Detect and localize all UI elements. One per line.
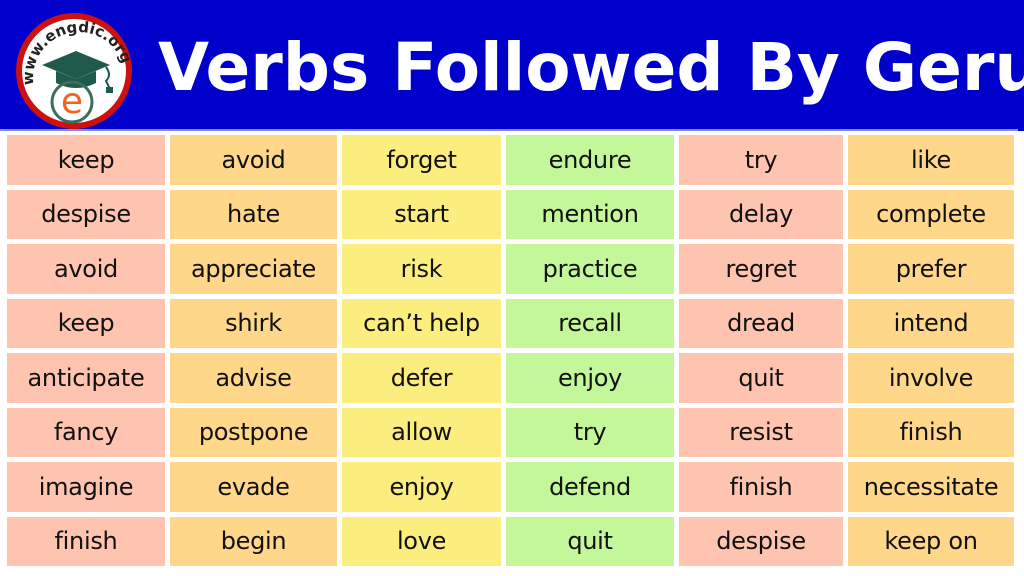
verb-cell: dread: [679, 298, 843, 348]
verb-cell: necessitate: [848, 462, 1014, 512]
verb-cell: love: [342, 516, 501, 566]
verb-cell: enjoy: [342, 462, 501, 512]
verb-cell: keep: [7, 135, 165, 185]
verb-cell: resist: [679, 407, 843, 457]
logo-letter: e: [61, 81, 83, 122]
verb-cell: avoid: [170, 135, 337, 185]
verb-cell: shirk: [170, 298, 337, 348]
verb-table: keep avoid forget endure try like despise hate s…: [7, 135, 1017, 567]
verb-cell: endure: [506, 135, 674, 185]
verb-cell: regret: [679, 244, 843, 294]
verb-cell: risk: [342, 244, 501, 294]
verb-cell: quit: [679, 353, 843, 403]
verb-cell: despise: [7, 189, 165, 239]
verb-cell: allow: [342, 407, 501, 457]
verb-cell: appreciate: [170, 244, 337, 294]
verb-cell: delay: [679, 189, 843, 239]
verb-cell: evade: [170, 462, 337, 512]
verb-cell: avoid: [7, 244, 165, 294]
page-title: Verbs Followed By Gerund: [158, 29, 1024, 106]
verb-cell: defer: [342, 353, 501, 403]
verb-cell: despise: [679, 516, 843, 566]
verb-cell: intend: [848, 298, 1014, 348]
verb-cell: enjoy: [506, 353, 674, 403]
verb-cell: imagine: [7, 462, 165, 512]
verb-cell: mention: [506, 189, 674, 239]
verb-cell: forget: [342, 135, 501, 185]
verb-cell: complete: [848, 189, 1014, 239]
verb-cell: involve: [848, 353, 1014, 403]
verb-cell: defend: [506, 462, 674, 512]
engdic-logo: www.engdic.org e: [6, 9, 143, 131]
verb-cell: practice: [506, 244, 674, 294]
verb-cell: like: [848, 135, 1014, 185]
verb-cell: anticipate: [7, 353, 165, 403]
header-banner: www.engdic.org e Verbs Followed By Gerun…: [0, 0, 1024, 131]
verb-cell: finish: [7, 516, 165, 566]
verb-cell: try: [506, 407, 674, 457]
verb-cell: quit: [506, 516, 674, 566]
verb-cell: fancy: [7, 407, 165, 457]
verb-cell: try: [679, 135, 843, 185]
verb-cell: hate: [170, 189, 337, 239]
verb-cell: postpone: [170, 407, 337, 457]
verb-cell: recall: [506, 298, 674, 348]
header-edge-decoration: [1018, 118, 1024, 131]
logo-badge-icon: www.engdic.org e: [16, 13, 136, 129]
verb-cell: keep: [7, 298, 165, 348]
verb-cell: begin: [170, 516, 337, 566]
verb-cell: finish: [679, 462, 843, 512]
verb-cell: can’t help: [342, 298, 501, 348]
verb-cell: advise: [170, 353, 337, 403]
verb-cell: keep on: [848, 516, 1014, 566]
verb-cell: start: [342, 189, 501, 239]
verb-cell: finish: [848, 407, 1014, 457]
verb-cell: prefer: [848, 244, 1014, 294]
